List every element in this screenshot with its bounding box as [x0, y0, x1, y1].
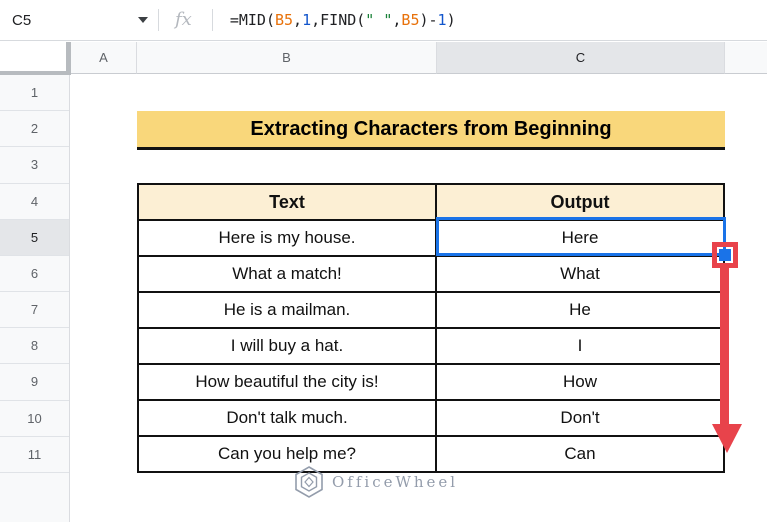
row-header-10[interactable]: 10 [0, 401, 69, 437]
watermark-text: OfficeWheel [332, 473, 459, 491]
formula-token: ,FIND( [311, 11, 366, 29]
row-header-5[interactable]: 5 [0, 219, 69, 256]
row-header-1[interactable]: 1 [0, 75, 69, 112]
cell-c10[interactable]: Don't [437, 401, 723, 435]
select-all-corner[interactable] [0, 42, 71, 75]
table-header-row: Text Output [139, 185, 723, 219]
spreadsheet-app: C5 fx =MID(B5,1,FIND(" ",B5)-1) A B C 1 … [0, 0, 767, 522]
table-header-output[interactable]: Output [437, 185, 723, 219]
fx-icon: fx [175, 8, 192, 30]
formula-token: " " [365, 11, 393, 29]
table-row: Don't talk much. Don't [139, 399, 723, 435]
formula-token: 1 [302, 11, 312, 29]
column-header-a[interactable]: A [71, 42, 137, 74]
name-box-value: C5 [12, 11, 32, 29]
row-header-11[interactable]: 11 [0, 437, 69, 473]
formula-bar: C5 fx =MID(B5,1,FIND(" ",B5)-1) [0, 0, 767, 41]
cell-c8[interactable]: I [437, 329, 723, 363]
row-header-8[interactable]: 8 [0, 328, 69, 365]
row-header-4[interactable]: 4 [0, 184, 69, 220]
formula-token: =MID( [229, 11, 275, 29]
column-header-c[interactable]: C [437, 42, 725, 74]
column-header-bar: A B C [0, 42, 767, 75]
table-row: I will buy a hat. I [139, 327, 723, 363]
formula-token: B5 [401, 11, 420, 29]
column-header-d[interactable] [725, 42, 767, 74]
cell-c11[interactable]: Can [437, 437, 723, 471]
table-header-text[interactable]: Text [139, 185, 437, 219]
row-header-7[interactable]: 7 [0, 292, 69, 329]
cell-b7[interactable]: He is a mailman. [139, 293, 437, 327]
officewheel-logo-icon [295, 466, 323, 498]
row-header-3[interactable]: 3 [0, 147, 69, 184]
chevron-down-icon[interactable] [138, 17, 148, 23]
formula-token: B5 [274, 11, 294, 29]
cell-b6[interactable]: What a match! [139, 257, 437, 291]
cell-c7[interactable]: He [437, 293, 723, 327]
formula-token: , [293, 11, 303, 29]
cell-b9[interactable]: How beautiful the city is! [139, 365, 437, 399]
row-header-2[interactable]: 2 [0, 111, 69, 148]
cell-c6[interactable]: What [437, 257, 723, 291]
watermark: OfficeWheel [293, 464, 458, 500]
column-header-b[interactable]: B [137, 42, 437, 74]
table-row: What a match! What [139, 255, 723, 291]
formula-input[interactable]: =MID(B5,1,FIND(" ",B5)-1) [230, 11, 456, 29]
title-banner-cell[interactable]: Extracting Characters from Beginning [137, 111, 725, 150]
formula-token: )- [419, 11, 438, 29]
row-header-9[interactable]: 9 [0, 364, 69, 401]
arrow-down-icon [712, 424, 742, 453]
drag-annotation-box [712, 242, 738, 268]
cell-b10[interactable]: Don't talk much. [139, 401, 437, 435]
row-header-6[interactable]: 6 [0, 256, 69, 293]
table-row: How beautiful the city is! How [139, 363, 723, 399]
formula-token: 1 [437, 11, 447, 29]
cell-b8[interactable]: I will buy a hat. [139, 329, 437, 363]
row-header-bar: 1 2 3 4 5 6 7 8 9 10 11 [0, 75, 70, 522]
name-box[interactable]: C5 [0, 0, 158, 40]
table-row: He is a mailman. He [139, 291, 723, 327]
cell-c9[interactable]: How [437, 365, 723, 399]
formula-token: ) [446, 11, 456, 29]
divider [211, 9, 213, 31]
drag-annotation-line [720, 266, 729, 425]
cell-b5[interactable]: Here is my house. [139, 221, 437, 255]
active-cell-selection [436, 217, 726, 256]
